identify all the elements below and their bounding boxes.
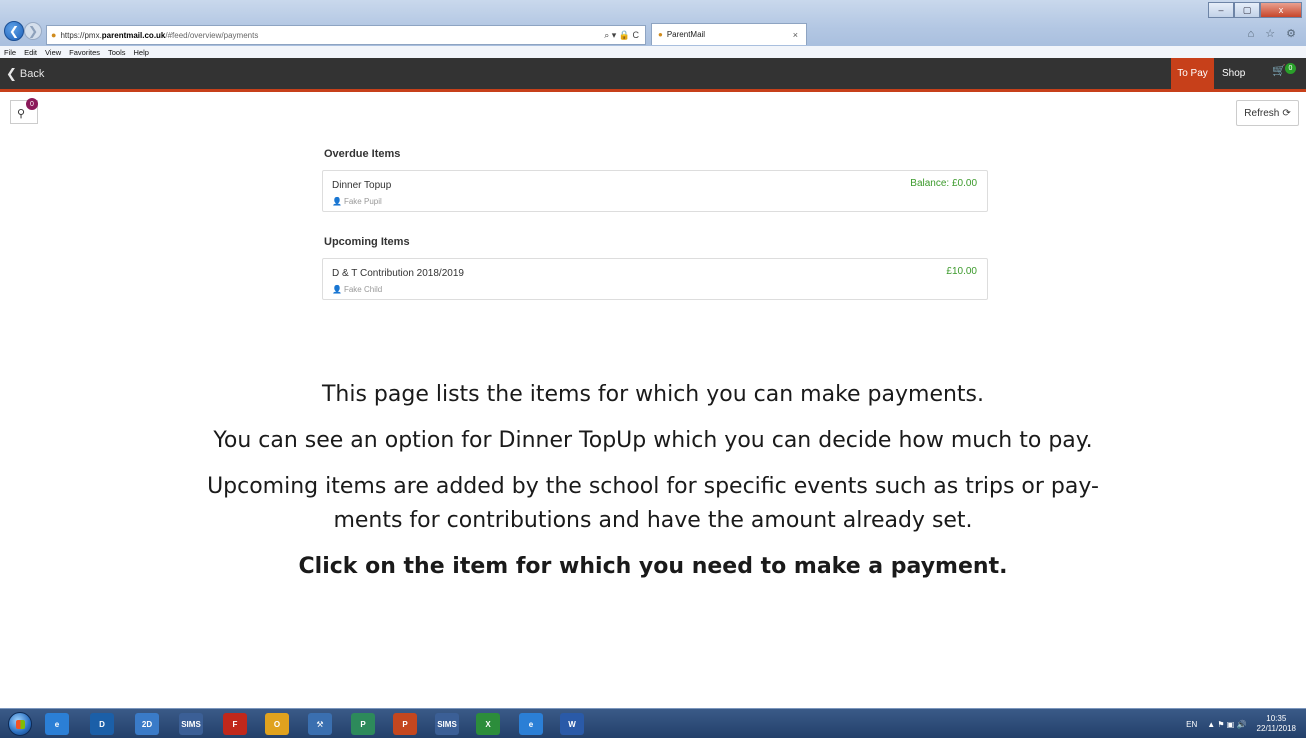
tool-icon[interactable]: ⚒	[308, 713, 332, 735]
2d-design-icon[interactable]: 2D	[135, 713, 159, 735]
menu-view[interactable]: View	[45, 48, 61, 57]
tab-title: ParentMail	[666, 30, 706, 39]
filter-count-badge: 0	[26, 98, 38, 110]
clock-time: 10:35	[1266, 714, 1287, 723]
url-host: parentmail.co.uk	[101, 30, 166, 40]
tab-close-icon[interactable]: ×	[793, 30, 798, 40]
powerpoint-icon[interactable]: P	[393, 713, 417, 735]
instruction-line-1: This page lists the items for which you …	[321, 382, 985, 407]
sims-icon-2[interactable]: SIMS	[435, 713, 459, 735]
menu-favorites[interactable]: Favorites	[69, 48, 100, 57]
refresh-icon: ⟳	[1282, 107, 1291, 119]
start-button[interactable]	[8, 712, 32, 736]
browser-titlebar: ❮ ❯ ● https://pmx. parentmail.co.uk/#feed…	[0, 0, 1306, 46]
to-pay-tab[interactable]: To Pay	[1171, 58, 1214, 89]
person-icon: 👤	[332, 197, 342, 206]
maximize-button[interactable]: ▢	[1234, 2, 1260, 18]
address-bar[interactable]: ● https://pmx. parentmail.co.uk/#feed/ove…	[46, 25, 646, 45]
ie-icon-2[interactable]: e	[519, 713, 543, 735]
tab-favicon-icon: ●	[658, 30, 663, 39]
browser-tab[interactable]: ● ParentMail ×	[651, 23, 807, 45]
url-prefix: https://pmx.	[60, 30, 102, 40]
item-amount: Balance: £0.00	[910, 178, 977, 189]
menu-help[interactable]: Help	[134, 48, 149, 57]
item-child-name: Fake Pupil	[343, 197, 382, 206]
menu-file[interactable]: File	[4, 48, 16, 57]
payment-item-dt-contribution[interactable]: D & T Contribution 2018/2019 👤 Fake Child…	[322, 258, 988, 300]
overdue-section-title: Overdue Items	[324, 148, 401, 160]
word-icon[interactable]: W	[560, 713, 584, 735]
instructions-text: This page lists the items for which you …	[0, 378, 1306, 596]
item-child-name: Fake Child	[343, 285, 383, 294]
outlook-icon[interactable]: O	[265, 713, 289, 735]
app-d-icon[interactable]: D	[90, 713, 114, 735]
payment-item-dinner-topup[interactable]: Dinner Topup 👤 Fake Pupil Balance: £0.00	[322, 170, 988, 212]
instruction-line-4: Click on the item for which you need to …	[298, 554, 1008, 579]
back-label: Back	[19, 67, 45, 80]
app-header: ❮ Back To Pay Shop 🛒 0	[0, 58, 1306, 92]
menu-tools[interactable]: Tools	[108, 48, 126, 57]
instruction-line-2: You can see an option for Dinner TopUp w…	[213, 428, 1093, 453]
minimize-button[interactable]: –	[1208, 2, 1234, 18]
site-favicon-icon: ●	[51, 30, 57, 40]
excel-icon[interactable]: X	[476, 713, 500, 735]
refresh-button[interactable]: Refresh ⟳	[1236, 100, 1299, 126]
filezilla-icon[interactable]: F	[223, 713, 247, 735]
windows-taskbar: e D 2D SIMS F O ⚒ P P SIMS Xe W EN ▲ ⚑ ▣ 🔊 10:35 22…	[0, 708, 1306, 738]
address-tools-icons[interactable]: ⌕ ▾ 🔒 C	[604, 30, 639, 41]
cart-count-badge: 0	[1285, 63, 1296, 74]
clock[interactable]: 10:35 22/11/2018	[1257, 714, 1296, 734]
shop-tab[interactable]: Shop	[1222, 58, 1245, 89]
home-favorites-settings-icons[interactable]: ⌂ ☆ ⚙	[1248, 27, 1300, 40]
instruction-line-3b: ments for contributions and have the amo…	[333, 508, 973, 533]
chevron-left-icon: ❮	[6, 65, 17, 81]
language-indicator[interactable]: EN	[1186, 720, 1197, 729]
url-path: /#feed/overview/payments	[165, 30, 259, 40]
publisher-icon[interactable]: P	[351, 713, 375, 735]
item-name: Dinner Topup	[332, 180, 392, 191]
item-amount: £10.00	[946, 266, 977, 277]
search-filter-button[interactable]: ⚲ 0	[10, 98, 38, 124]
close-window-button[interactable]: x	[1260, 2, 1302, 18]
browser-back-button[interactable]: ❮	[4, 21, 24, 41]
clock-date: 22/11/2018	[1256, 724, 1296, 733]
search-icon: ⚲	[17, 108, 26, 120]
item-child: 👤 Fake Child	[332, 285, 382, 294]
upcoming-section-title: Upcoming Items	[324, 236, 410, 248]
menu-edit[interactable]: Edit	[24, 48, 37, 57]
item-name: D & T Contribution 2018/2019	[332, 268, 464, 279]
instruction-line-3a: Upcoming items are added by the school f…	[207, 474, 1099, 499]
internet-explorer-icon[interactable]: e	[45, 713, 69, 735]
item-child: 👤 Fake Pupil	[332, 197, 382, 206]
tray-icons[interactable]: ▲ ⚑ ▣ 🔊	[1207, 720, 1246, 729]
back-button[interactable]: ❮ Back	[6, 58, 44, 89]
window-buttons: – ▢ x	[1208, 2, 1302, 18]
browser-menubar: File Edit View Favorites Tools Help	[0, 46, 1306, 58]
cart-button[interactable]: 🛒 0	[1272, 63, 1296, 84]
browser-forward-button[interactable]: ❯	[24, 22, 42, 40]
system-tray: EN ▲ ⚑ ▣ 🔊 10:35 22/11/2018	[1186, 709, 1296, 739]
refresh-label: Refresh	[1244, 107, 1280, 119]
cart-icon: 🛒	[1272, 65, 1286, 77]
sims-icon[interactable]: SIMS	[179, 713, 203, 735]
person-icon: 👤	[332, 285, 342, 294]
